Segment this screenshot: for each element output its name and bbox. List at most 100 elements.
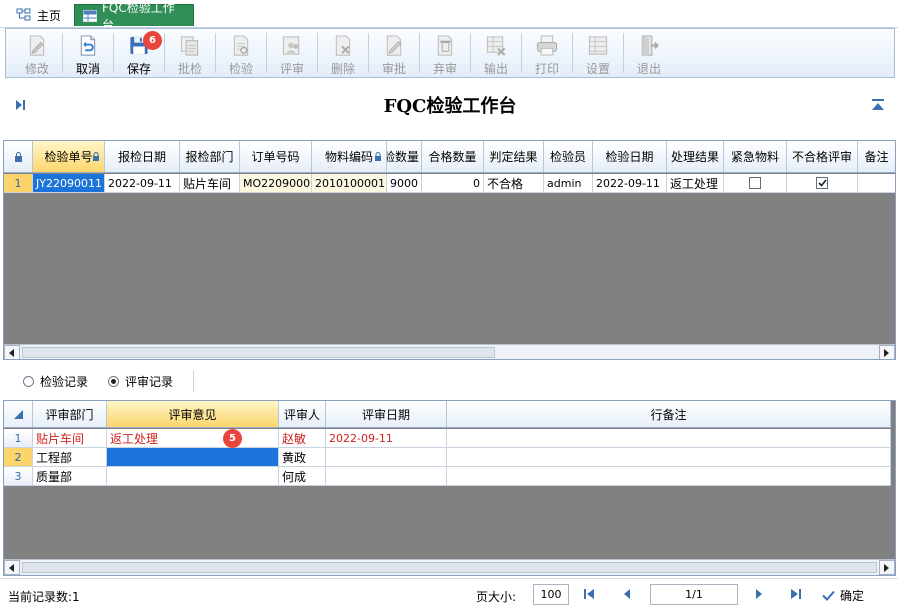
cell-inspector[interactable]: admin xyxy=(544,174,593,192)
scrollbar-thumb[interactable] xyxy=(22,562,877,573)
prev-page-icon[interactable] xyxy=(622,588,632,600)
col-header-label: 检验员 xyxy=(549,150,586,164)
col-header-order-no[interactable]: 订单号码 xyxy=(240,141,312,172)
unapprove-button[interactable]: 弃审 xyxy=(420,29,470,77)
scroll-left-button[interactable] xyxy=(4,560,20,575)
cell-inspection-no[interactable]: JY22090011 xyxy=(33,174,105,192)
cell-remark[interactable] xyxy=(858,174,895,192)
cell-review-date[interactable] xyxy=(326,467,447,485)
cell-review-opinion[interactable] xyxy=(107,467,279,485)
cell-order-no[interactable]: MO22090002 xyxy=(240,174,312,192)
cell-row-remark[interactable] xyxy=(447,429,891,447)
scroll-right-button[interactable] xyxy=(879,560,895,575)
horizontal-scrollbar[interactable] xyxy=(4,344,895,359)
cell-review-dept[interactable]: 贴片车间 xyxy=(33,429,107,447)
cell-row-remark[interactable] xyxy=(447,467,891,485)
inspection-grid[interactable]: 检验单号 报检日期 报检部门 订单号码 物料编码 验数量 合格数量 判定结果 检… xyxy=(3,140,896,360)
scroll-right-button[interactable] xyxy=(879,345,895,359)
col-header-inspect-qty[interactable]: 验数量 xyxy=(387,141,422,172)
cell-urgent[interactable] xyxy=(724,174,787,192)
col-header-pass-qty[interactable]: 合格数量 xyxy=(422,141,484,172)
cell-row-remark[interactable] xyxy=(447,448,891,466)
export-button[interactable]: 输出 xyxy=(471,29,521,77)
col-header-report-dept[interactable]: 报检部门 xyxy=(180,141,240,172)
col-header-report-date[interactable]: 报检日期 xyxy=(105,141,180,172)
scrollbar-thumb[interactable] xyxy=(22,347,495,358)
col-header-inspect-date[interactable]: 检验日期 xyxy=(593,141,667,172)
col-header-item-code[interactable]: 物料编码 xyxy=(312,141,387,172)
table-row[interactable]: 1 JY22090011 2022-09-11 贴片车间 MO22090002 … xyxy=(4,174,895,193)
export-button-label: 输出 xyxy=(483,62,508,76)
cancel-button[interactable]: 取消 xyxy=(63,29,113,77)
table-row[interactable]: 1 贴片车间 返工处理 赵敏 2022-09-11 xyxy=(4,429,891,448)
collapse-up-icon[interactable] xyxy=(871,99,885,111)
cell-judgement[interactable]: 不合格 xyxy=(484,174,544,192)
table-row[interactable]: 3 质量部 何成 xyxy=(4,467,891,486)
next-page-icon[interactable] xyxy=(754,588,764,600)
scroll-left-button[interactable] xyxy=(4,345,20,359)
cell-review-dept[interactable]: 质量部 xyxy=(33,467,107,485)
horizontal-scrollbar[interactable] xyxy=(4,559,895,575)
delete-button[interactable]: 删除 xyxy=(318,29,368,77)
col-header-label: 紧急物料 xyxy=(730,150,779,164)
col-header-review-opinion[interactable]: 评审意见 xyxy=(107,401,279,427)
save-button[interactable]: 保存 6 xyxy=(114,29,164,77)
cell-inspect-date[interactable]: 2022-09-11 xyxy=(593,174,667,192)
col-header-row-remark[interactable]: 行备注 xyxy=(447,401,891,427)
exit-button[interactable]: 退出 xyxy=(624,29,674,77)
cell-review-opinion[interactable]: 返工处理 xyxy=(107,429,279,447)
col-header-inspection-no[interactable]: 检验单号 xyxy=(33,141,105,172)
arrow-right-icon xyxy=(884,348,889,357)
col-header-urgent[interactable]: 紧急物料 xyxy=(724,141,787,172)
tab-fqc-workbench[interactable]: FQC检验工作台 xyxy=(74,1,194,32)
radio-dot[interactable] xyxy=(108,375,120,387)
cell-review-opinion-editing[interactable] xyxy=(107,448,279,466)
cell-nc-review[interactable] xyxy=(787,174,858,192)
confirm-button[interactable]: 确定 xyxy=(822,587,864,604)
cell-inspect-qty[interactable]: 9000 xyxy=(387,174,422,192)
export-icon xyxy=(486,36,506,56)
tab-bar: 主页 FQC检验工作台 xyxy=(0,0,898,32)
table-row[interactable]: 2 工程部 黄政 xyxy=(4,448,891,467)
cell-report-dept[interactable]: 贴片车间 xyxy=(180,174,240,192)
col-header-review-date[interactable]: 评审日期 xyxy=(326,401,447,427)
edit-button[interactable]: 修改 xyxy=(12,29,62,77)
radio-dot[interactable] xyxy=(23,375,34,387)
review-grid[interactable]: 评审部门 评审意见 评审人 评审日期 行备注 1 贴片车间 返工处理 赵敏 20… xyxy=(3,400,896,576)
tab-home[interactable]: 主页 xyxy=(8,4,69,26)
selector-separator xyxy=(193,370,195,392)
urgent-checkbox[interactable] xyxy=(749,177,761,189)
col-header-handling[interactable]: 处理结果 xyxy=(667,141,724,172)
first-page-icon[interactable] xyxy=(583,588,595,600)
page-size-input[interactable]: 100 xyxy=(533,584,569,605)
col-header-judgement[interactable]: 判定结果 xyxy=(484,141,544,172)
radio-review-record[interactable]: 评审记录 xyxy=(108,373,173,390)
settings-button[interactable]: 设置 xyxy=(573,29,623,77)
cell-review-dept[interactable]: 工程部 xyxy=(33,448,107,466)
cell-reviewer[interactable]: 黄政 xyxy=(279,448,326,466)
page-indicator[interactable]: 1/1 xyxy=(650,584,738,605)
cell-pass-qty[interactable]: 0 xyxy=(422,174,484,192)
inspection-grid-header: 检验单号 报检日期 报检部门 订单号码 物料编码 验数量 合格数量 判定结果 检… xyxy=(4,141,895,173)
col-header-reviewer[interactable]: 评审人 xyxy=(279,401,326,427)
col-header-review-dept[interactable]: 评审部门 xyxy=(33,401,107,427)
cell-reviewer[interactable]: 赵敏 xyxy=(279,429,326,447)
cell-review-date[interactable] xyxy=(326,448,447,466)
col-header-nc-review[interactable]: 不合格评审 xyxy=(787,141,858,172)
last-page-icon[interactable] xyxy=(790,588,802,600)
batch-inspect-button[interactable]: 批检 xyxy=(165,29,215,77)
inspect-button[interactable]: 检验 xyxy=(216,29,266,77)
radio-inspection-record[interactable]: 检验记录 xyxy=(23,373,88,390)
approve-button[interactable]: 审批 xyxy=(369,29,419,77)
review-button[interactable]: 评审 xyxy=(267,29,317,77)
print-button[interactable]: 打印 xyxy=(522,29,572,77)
lock-icon xyxy=(375,152,381,161)
nc-review-checkbox[interactable] xyxy=(816,177,828,189)
cell-report-date[interactable]: 2022-09-11 xyxy=(105,174,180,192)
cell-item-code[interactable]: 2010100001 xyxy=(312,174,387,192)
cell-handling[interactable]: 返工处理 xyxy=(667,174,724,192)
cell-reviewer[interactable]: 何成 xyxy=(279,467,326,485)
cell-review-date[interactable]: 2022-09-11 xyxy=(326,429,447,447)
col-header-remark[interactable]: 备注 xyxy=(858,141,895,172)
col-header-inspector[interactable]: 检验员 xyxy=(544,141,593,172)
